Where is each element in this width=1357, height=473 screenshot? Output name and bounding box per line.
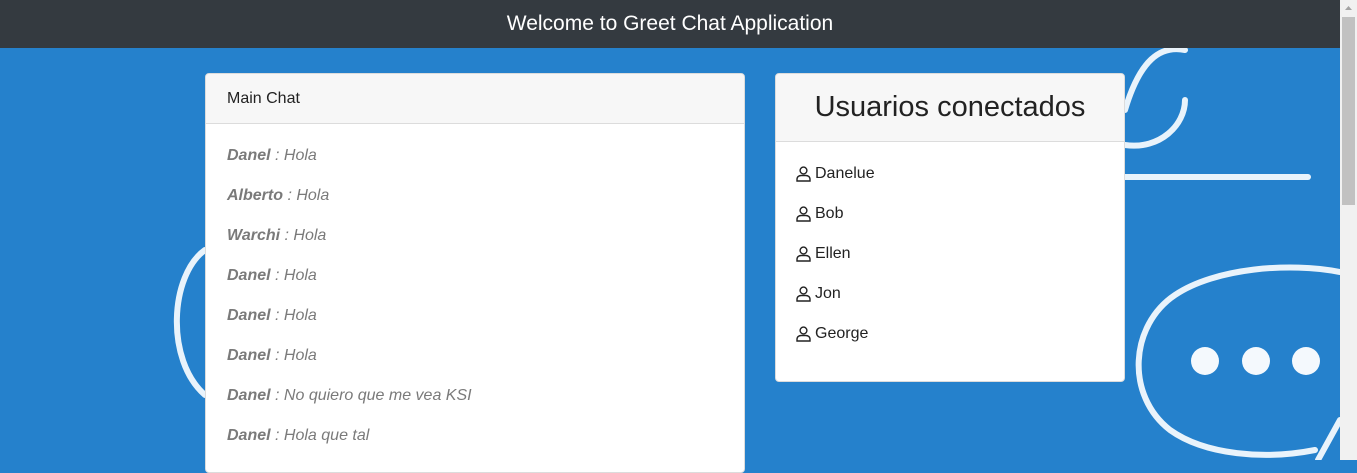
scrollbar-thumb[interactable]: [1342, 17, 1355, 205]
connected-users-panel: Usuarios conectados Danelue Bob Ellen Jo…: [775, 73, 1125, 382]
top-navbar: Welcome to Greet Chat Application: [0, 0, 1340, 48]
main-chat-header: Main Chat: [206, 74, 744, 124]
chat-message: Danel : No quiero que me vea KSI: [227, 386, 723, 426]
message-text: : No quiero que me vea KSI: [270, 387, 472, 404]
user-name: George: [815, 325, 869, 342]
user-list-item[interactable]: Bob: [796, 204, 1104, 244]
user-name: Bob: [815, 205, 844, 222]
message-list: Danel : Hola Alberto : Hola Warchi : Hol…: [206, 124, 744, 466]
user-list-item[interactable]: Danelue: [796, 164, 1104, 204]
message-text: : Hola: [280, 227, 327, 244]
message-text: : Hola: [270, 347, 317, 364]
page-scrollbar[interactable]: [1340, 0, 1357, 460]
chat-message: Danel : Hola: [227, 146, 723, 186]
chat-message: Alberto : Hola: [227, 186, 723, 226]
connected-users-header: Usuarios conectados: [776, 74, 1124, 142]
user-icon: [796, 166, 811, 182]
chat-message: Danel : Hola: [227, 346, 723, 386]
user-icon: [796, 206, 811, 222]
message-text: : Hola: [270, 267, 317, 284]
user-icon: [796, 326, 811, 342]
user-list-item[interactable]: Ellen: [796, 244, 1104, 284]
message-author: Alberto: [227, 187, 283, 204]
user-name: Danelue: [815, 165, 875, 182]
message-text: : Hola que tal: [270, 427, 370, 444]
chat-message: Warchi : Hola: [227, 226, 723, 266]
user-list-item[interactable]: George: [796, 324, 1104, 364]
message-text: : Hola: [270, 147, 317, 164]
message-author: Warchi: [227, 227, 281, 244]
connected-users-title: Usuarios conectados: [814, 91, 1086, 123]
message-author: Danel: [227, 147, 271, 164]
message-author: Danel: [227, 427, 271, 444]
message-text: : Hola: [270, 307, 317, 324]
message-author: Danel: [227, 347, 271, 364]
message-author: Danel: [227, 267, 271, 284]
chat-message: Danel : Hola: [227, 306, 723, 346]
message-author: Danel: [227, 307, 271, 324]
user-name: Jon: [815, 285, 841, 302]
user-name: Ellen: [815, 245, 851, 262]
scroll-up-arrow-icon[interactable]: [1340, 0, 1357, 17]
main-chat-panel: Main Chat Danel : Hola Alberto : Hola Wa…: [205, 73, 745, 473]
main-chat-title: Main Chat: [227, 90, 300, 107]
message-text: : Hola: [283, 187, 330, 204]
user-list-item[interactable]: Jon: [796, 284, 1104, 324]
chat-message: Danel : Hola: [227, 266, 723, 306]
user-list: Danelue Bob Ellen Jon George: [776, 142, 1124, 364]
message-author: Danel: [227, 387, 271, 404]
app-title: Welcome to Greet Chat Application: [506, 12, 834, 35]
chat-message: Danel : Hola que tal: [227, 426, 723, 466]
user-icon: [796, 246, 811, 262]
user-icon: [796, 286, 811, 302]
